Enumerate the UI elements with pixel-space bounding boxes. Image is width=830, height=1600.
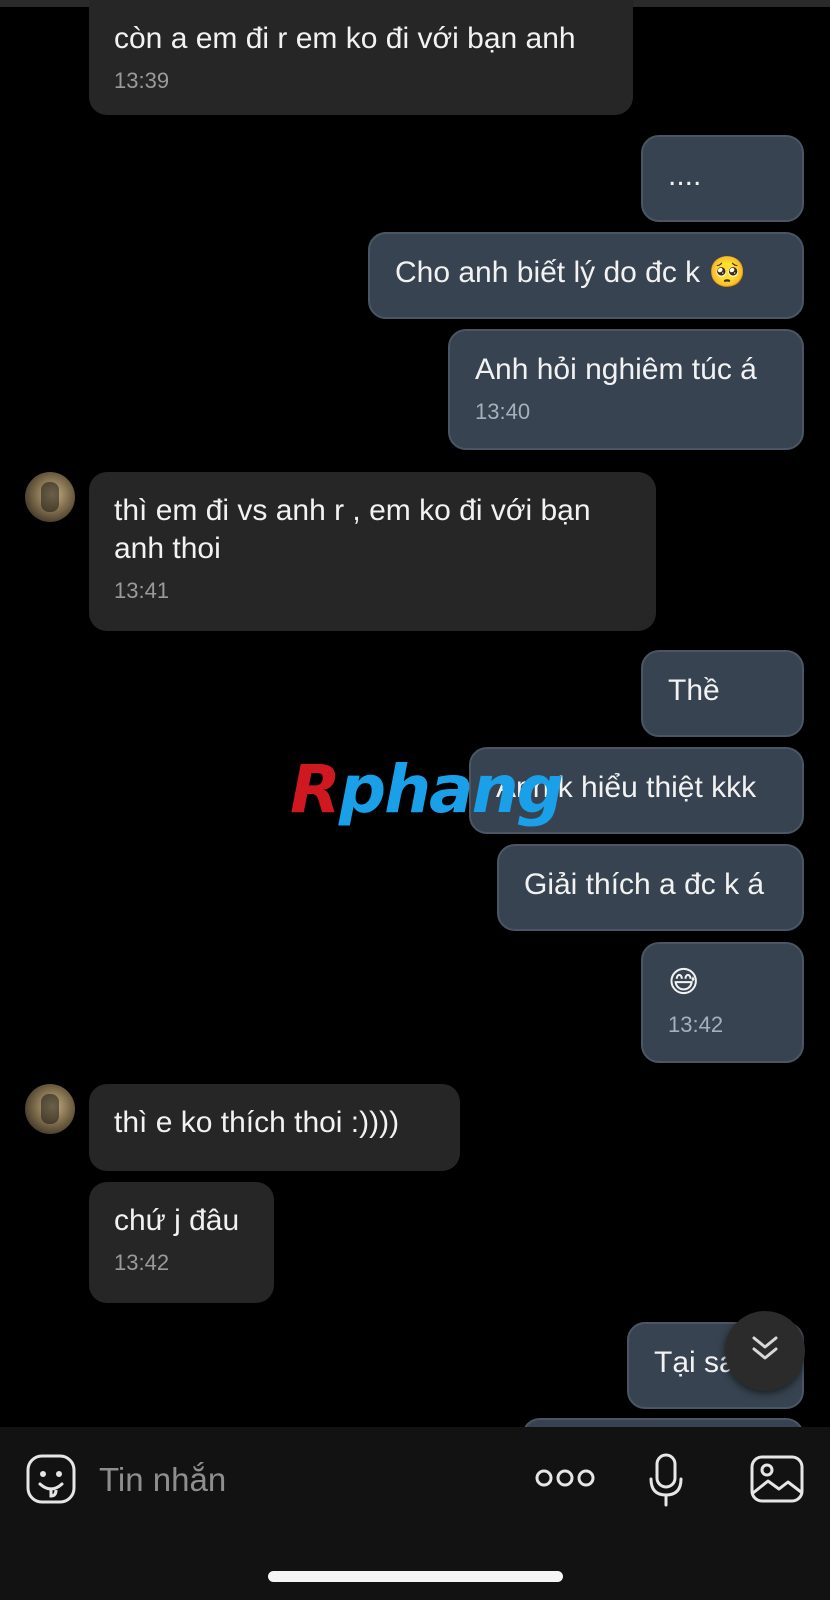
contact-avatar[interactable] <box>25 1084 75 1134</box>
message-text: Giải thích a đc k á <box>524 868 765 901</box>
message-bubble-outgoing[interactable]: Giải thích a đc k á <box>497 844 804 931</box>
message-text: Cho anh biết lý do đc k 🥺 <box>395 256 746 289</box>
message-text: chứ j đâu <box>114 1204 240 1237</box>
message-text: thì e ko thích thoi :)))) <box>114 1106 400 1139</box>
message-text: Tại sa <box>654 1346 736 1379</box>
message-text: thì em đi vs anh r , em ko đi với bạn an… <box>114 494 591 565</box>
message-bubble-incoming[interactable]: thì em đi vs anh r , em ko đi với bạn an… <box>89 472 656 631</box>
message-bubble-outgoing[interactable]: 😅 13:42 <box>641 942 804 1063</box>
message-text: 😅 <box>668 966 700 999</box>
message-bubble-outgoing-partial[interactable] <box>522 1418 804 1427</box>
message-bubble-incoming[interactable]: thì e ko thích thoi :)))) <box>89 1084 460 1171</box>
message-time: 13:40 <box>475 399 531 424</box>
microphone-icon[interactable] <box>648 1453 684 1507</box>
watermark-logo: Rphang <box>290 755 564 825</box>
message-time: 13:42 <box>668 1012 724 1037</box>
message-text: Thề <box>668 674 720 707</box>
message-time: 13:42 <box>114 1250 170 1275</box>
message-bubble-outgoing[interactable]: Thề <box>641 650 804 737</box>
message-list[interactable]: còn a em đi r em ko đi với bạn anh 13:39… <box>0 0 830 1427</box>
message-text: Anh hỏi nghiêm túc á <box>475 353 757 386</box>
more-icon[interactable] <box>535 1465 595 1491</box>
watermark-letter: R <box>290 751 341 828</box>
message-bubble-outgoing[interactable]: .... <box>641 135 804 222</box>
message-time: 13:41 <box>114 578 170 603</box>
sticker-icon[interactable] <box>25 1453 77 1505</box>
scroll-to-bottom-button[interactable] <box>725 1311 805 1391</box>
message-bubble-outgoing[interactable]: Anh hỏi nghiêm túc á 13:40 <box>448 329 804 450</box>
contact-avatar[interactable] <box>25 472 75 522</box>
watermark-word: phang <box>338 751 564 828</box>
home-indicator <box>268 1571 563 1582</box>
message-text: .... <box>668 159 702 192</box>
chevron-double-down-icon <box>752 1336 778 1360</box>
message-bubble-incoming[interactable]: còn a em đi r em ko đi với bạn anh 13:39 <box>89 0 633 115</box>
message-bubble-incoming[interactable]: chứ j đâu 13:42 <box>89 1182 274 1303</box>
message-input[interactable]: Tin nhắn <box>99 1460 226 1500</box>
message-bubble-outgoing[interactable]: Cho anh biết lý do đc k 🥺 <box>368 232 804 319</box>
message-text: còn a em đi r em ko đi với bạn anh <box>114 22 576 55</box>
gallery-icon[interactable] <box>750 1455 804 1503</box>
message-time: 13:39 <box>114 68 170 93</box>
